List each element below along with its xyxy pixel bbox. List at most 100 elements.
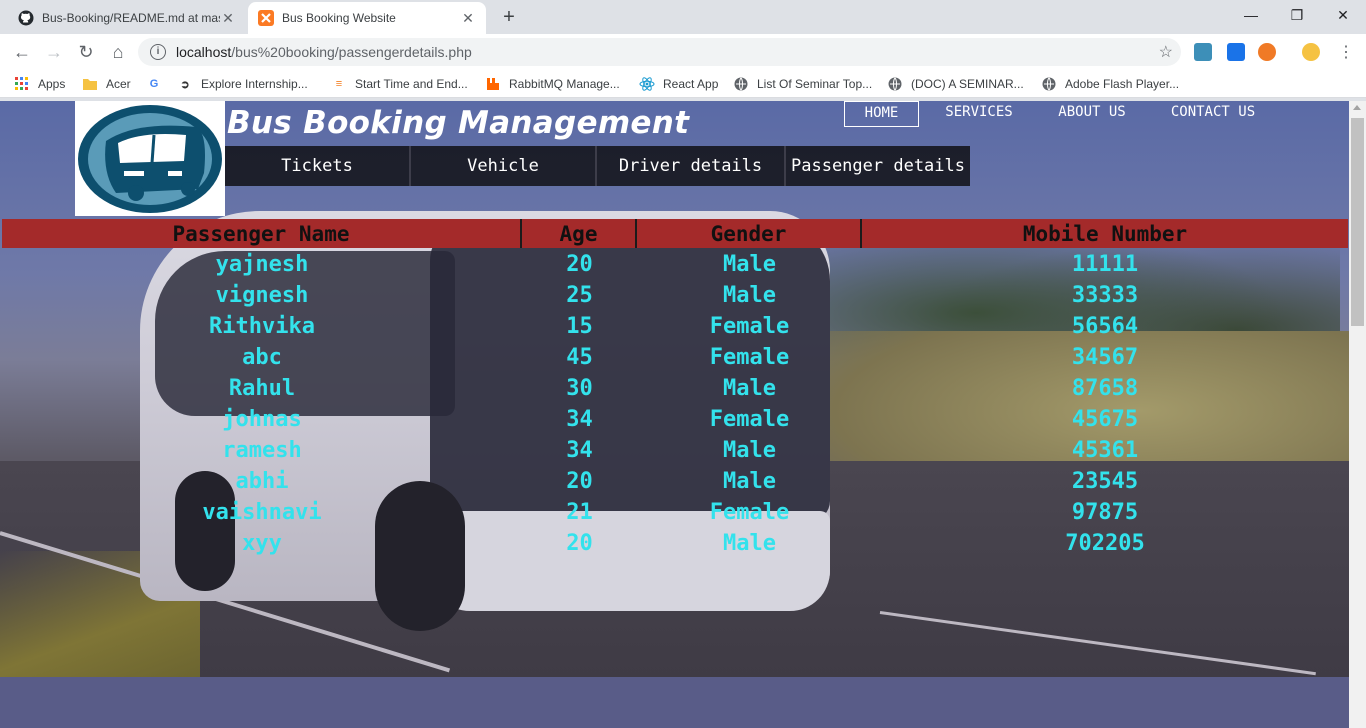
reload-icon[interactable]: ↻	[73, 39, 99, 65]
site-logo[interactable]	[75, 101, 225, 216]
profile-avatar-icon[interactable]	[1302, 43, 1320, 61]
globe-icon	[1041, 76, 1057, 92]
cell-passenger-name: xyy	[242, 531, 282, 556]
cell-age: 25	[566, 283, 593, 308]
cell-passenger-name: abc	[242, 345, 282, 370]
tab-github-readme[interactable]: Bus-Booking/README.md at mast ✕	[8, 2, 246, 34]
bookmark-react-app[interactable]: React App	[639, 75, 718, 93]
menu-kebab-icon[interactable]: ⋮	[1333, 39, 1359, 65]
scrollbar-thumb[interactable]	[1351, 118, 1364, 326]
cell-age: 20	[566, 531, 593, 556]
bookmark-acer[interactable]: Acer	[82, 75, 131, 93]
page-scrollbar[interactable]	[1349, 101, 1366, 728]
column-header-passenger-name: Passenger Name	[2, 219, 522, 248]
cell-mobile-number: 97875	[1071, 500, 1139, 525]
cell-gender: Female	[709, 345, 790, 370]
bookmark-internship[interactable]: ➲ Explore Internship...	[177, 75, 307, 93]
cell-passenger-name: Rahul	[228, 376, 296, 401]
internshala-icon: ➲	[180, 78, 190, 91]
tab-close-icon[interactable]: ✕	[220, 10, 236, 27]
address-bar[interactable]: i localhost/bus%20booking/passengerdetai…	[138, 38, 1181, 66]
new-tab-button[interactable]: +	[498, 6, 520, 28]
table-row: vignesh 25 Male 33333	[2, 280, 1348, 311]
stackoverflow-icon: ≡	[335, 78, 343, 90]
bookmark-doc-seminar[interactable]: (DOC) A SEMINAR...	[887, 75, 1024, 93]
xampp-icon	[258, 10, 274, 26]
subnav-vehicle[interactable]: Vehicle	[411, 146, 597, 186]
bookmark-seminar-topics[interactable]: List Of Seminar Top...	[733, 75, 872, 93]
url-path: /bus%20booking/passengerdetails.php	[231, 44, 472, 60]
rabbitmq-icon	[485, 76, 501, 92]
bookmark-rabbitmq[interactable]: RabbitMQ Manage...	[485, 75, 620, 93]
cell-passenger-name: vignesh	[215, 283, 309, 308]
forward-arrow-icon[interactable]: →	[41, 39, 67, 65]
extension-icon[interactable]	[1194, 43, 1212, 61]
window-close-button[interactable]: ✕	[1320, 0, 1366, 30]
nav-services[interactable]: SERVICES	[937, 101, 1021, 127]
extension-blocker-icon[interactable]	[1258, 43, 1276, 61]
scroll-up-arrow-icon[interactable]	[1353, 105, 1361, 110]
react-icon	[639, 76, 655, 92]
table-row: Rahul 30 Male 87658	[2, 373, 1348, 404]
cell-age: 34	[566, 407, 593, 432]
bookmark-star-icon[interactable]: ☆	[1159, 42, 1173, 62]
bookmark-google[interactable]: G	[146, 75, 170, 93]
subnav-passenger-details[interactable]: Passenger details	[786, 146, 970, 186]
cell-gender: Male	[723, 531, 776, 556]
column-header-mobile-number: Mobile Number	[1022, 222, 1188, 246]
cell-mobile-number: 45675	[1071, 407, 1139, 432]
bookmarks-bar: Apps Acer G ➲ Explore Internship... ≡ St…	[0, 70, 1366, 98]
cell-age: 15	[566, 314, 593, 339]
nav-about-us[interactable]: ABOUT US	[1050, 101, 1134, 127]
tab-close-icon[interactable]: ✕	[460, 10, 476, 27]
cell-age: 45	[566, 345, 593, 370]
table-header: Passenger Name Age Gender Mobile Number	[2, 219, 1348, 248]
bookmark-apps[interactable]: Apps	[14, 75, 65, 93]
table-row: vaishnavi 21 Female 97875	[2, 497, 1348, 528]
subnav-tickets[interactable]: Tickets	[225, 146, 411, 186]
page-viewport: Bus Booking Management HOME SERVICES ABO…	[0, 101, 1349, 728]
tab-title: Bus-Booking/README.md at mast	[42, 11, 220, 25]
tab-title: Bus Booking Website	[282, 11, 396, 25]
footer-band	[0, 677, 1349, 728]
bookmark-label: React App	[663, 77, 719, 91]
site-title: Bus Booking Management	[227, 105, 690, 141]
site-info-icon[interactable]: i	[150, 44, 166, 60]
home-icon[interactable]: ⌂	[105, 39, 131, 65]
cell-age: 20	[566, 252, 593, 277]
bus-logo-icon	[78, 104, 222, 213]
minimize-button[interactable]: —	[1228, 0, 1274, 30]
cell-age: 30	[566, 376, 593, 401]
bookmark-label: (DOC) A SEMINAR...	[911, 77, 1024, 91]
sub-navigation: Tickets Vehicle Driver details Passenger…	[225, 146, 970, 186]
table-row: xyy 20 Male 702205	[2, 528, 1348, 559]
bookmark-label: RabbitMQ Manage...	[509, 77, 620, 91]
nav-home[interactable]: HOME	[844, 101, 919, 127]
bookmark-adobe-flash[interactable]: Adobe Flash Player...	[1041, 75, 1179, 93]
globe-icon	[733, 76, 749, 92]
restore-button[interactable]: ❐	[1274, 0, 1320, 30]
table-row: Rithvika 15 Female 56564	[2, 311, 1348, 342]
cell-age: 20	[566, 469, 593, 494]
folder-icon	[82, 76, 98, 92]
bookmark-start-time[interactable]: ≡ Start Time and End...	[331, 75, 468, 93]
google-icon: G	[149, 78, 159, 90]
cell-gender: Female	[709, 407, 790, 432]
cell-mobile-number: 34567	[1071, 345, 1139, 370]
back-arrow-icon[interactable]: ←	[9, 39, 35, 65]
passenger-table-body: yajnesh 20 Male 11111 vignesh 25 Male 33333 Rith…	[2, 249, 1348, 559]
column-header-gender: Gender	[637, 219, 862, 248]
nav-contact-us[interactable]: CONTACT US	[1163, 101, 1263, 127]
cell-gender: Male	[723, 469, 776, 494]
cell-passenger-name: ramesh	[222, 438, 302, 463]
tab-bus-booking[interactable]: Bus Booking Website ✕	[248, 2, 486, 34]
table-row: yajnesh 20 Male 11111	[2, 249, 1348, 280]
cell-passenger-name: Rithvika	[209, 314, 315, 339]
cell-gender: Male	[723, 438, 776, 463]
extension-sync-icon[interactable]	[1227, 43, 1245, 61]
cell-gender: Female	[709, 314, 790, 339]
subnav-driver-details[interactable]: Driver details	[597, 146, 786, 186]
cell-gender: Male	[723, 252, 776, 277]
cell-passenger-name: johnas	[222, 407, 302, 432]
cell-mobile-number: 56564	[1071, 314, 1139, 339]
